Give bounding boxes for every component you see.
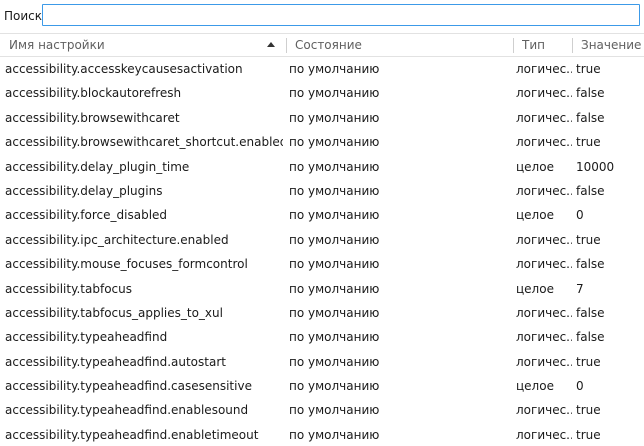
pref-type-cell: целое	[516, 379, 554, 394]
pref-name-cell: accessibility.typeaheadfind.autostart	[5, 354, 226, 369]
pref-state-cell: по умолчанию	[289, 305, 380, 320]
pref-name-cell: accessibility.accesskeycausesactivation	[5, 62, 243, 76]
table-row[interactable]: accessibility.typeaheadfind.enabletimeou…	[0, 423, 644, 446]
pref-name-cell: accessibility.delay_plugin_time	[5, 159, 190, 174]
pref-type-cell: логичес...	[516, 403, 572, 418]
pref-value-cell: true	[576, 62, 601, 76]
table-row[interactable]: accessibility.force_disabled по умолчанию…	[0, 203, 644, 227]
table-row[interactable]: accessibility.blockautorefresh по умолчан…	[0, 81, 644, 105]
pref-type-cell: логичес...	[516, 135, 572, 150]
pref-value-cell: false	[576, 86, 605, 101]
pref-type-cell: логичес...	[516, 305, 572, 320]
table-row[interactable]: accessibility.ipc_architecture.enabled по…	[0, 228, 644, 252]
pref-value-cell: false	[576, 257, 605, 272]
pref-state-cell: по умолчанию	[289, 135, 380, 150]
pref-type-cell: логичес...	[516, 183, 572, 198]
pref-state-cell: по умолчанию	[289, 232, 380, 247]
pref-value-cell: 0	[576, 379, 584, 394]
pref-value-cell: 10000	[576, 159, 615, 174]
pref-value-cell: false	[576, 110, 605, 125]
column-resize-handle[interactable]	[513, 38, 514, 53]
pref-state-cell: по умолчанию	[289, 354, 380, 369]
table-row[interactable]: accessibility.typeaheadfind.casesensitiv…	[0, 374, 644, 398]
pref-state-cell: по умолчанию	[289, 159, 380, 174]
pref-name-cell: accessibility.force_disabled	[5, 208, 168, 223]
pref-value-cell: 7	[576, 281, 584, 296]
pref-type-cell: логичес...	[516, 427, 572, 442]
column-resize-handle[interactable]	[572, 38, 573, 53]
pref-name-cell: accessibility.typeaheadfind.enabletimeou…	[5, 427, 259, 442]
pref-type-cell: целое	[516, 208, 554, 223]
pref-name-cell: accessibility.browsewithcaret	[5, 110, 180, 125]
pref-value-cell: true	[576, 354, 601, 369]
table-header: Имя настройки Состояние Тип Значение	[0, 33, 644, 57]
pref-name-cell: accessibility.mouse_focuses_formcontrol	[5, 257, 248, 272]
pref-value-cell: true	[576, 232, 601, 247]
column-header-type[interactable]: Тип	[522, 34, 568, 56]
pref-state-cell: по умолчанию	[289, 257, 380, 272]
table-row[interactable]: accessibility.tabfocus по умолчанию целое 7	[0, 277, 644, 301]
pref-value-cell: true	[576, 135, 601, 150]
pref-name-cell: accessibility.tabfocus_applies_to_xul	[5, 305, 223, 320]
table-row[interactable]: accessibility.tabfocus_applies_to_xul по …	[0, 301, 644, 325]
pref-state-cell: по умолчанию	[289, 427, 380, 442]
table-row[interactable]: accessibility.typeaheadfind.enablesound п…	[0, 398, 644, 422]
pref-type-cell: целое	[516, 281, 554, 296]
pref-state-cell: по умолчанию	[289, 208, 380, 223]
column-header-value[interactable]: Значение	[581, 34, 643, 56]
pref-name-cell: accessibility.delay_plugins	[5, 183, 163, 198]
column-header-state[interactable]: Состояние	[295, 34, 505, 56]
pref-value-cell: true	[576, 427, 601, 442]
pref-state-cell: по умолчанию	[289, 330, 380, 345]
pref-state-cell: по умолчанию	[289, 379, 380, 394]
pref-type-cell: логичес...	[516, 86, 572, 101]
search-input[interactable]	[42, 4, 640, 26]
pref-type-cell: целое	[516, 159, 554, 174]
pref-name-cell: accessibility.tabfocus	[5, 281, 132, 296]
pref-name-cell: accessibility.typeaheadfind	[5, 330, 168, 345]
table-row[interactable]: accessibility.delay_plugin_time по умолча…	[0, 155, 644, 179]
pref-value-cell: false	[576, 183, 605, 198]
pref-type-cell: логичес...	[516, 232, 572, 247]
pref-name-cell: accessibility.typeaheadfind.enablesound	[5, 403, 249, 418]
pref-type-cell: логичес...	[516, 354, 572, 369]
column-header-name[interactable]: Имя настройки	[9, 34, 259, 56]
column-resize-handle[interactable]	[286, 38, 287, 53]
pref-value-cell: false	[576, 330, 605, 345]
pref-type-cell: логичес...	[516, 330, 572, 345]
pref-type-cell: логичес...	[516, 62, 572, 76]
pref-value-cell: false	[576, 305, 605, 320]
table-row[interactable]: accessibility.typeaheadfind по умолчанию л…	[0, 325, 644, 349]
table-row[interactable]: accessibility.browsewithcaret_shortcut.e…	[0, 130, 644, 154]
pref-state-cell: по умолчанию	[289, 110, 380, 125]
table-row[interactable]: accessibility.mouse_focuses_formcontrol п…	[0, 252, 644, 276]
sort-ascending-icon	[267, 42, 275, 47]
pref-name-cell: accessibility.browsewithcaret_shortcut.e…	[5, 135, 283, 150]
table-row[interactable]: accessibility.accesskeycausesactivation п…	[0, 57, 644, 81]
table-row[interactable]: accessibility.browsewithcaret по умолчани…	[0, 106, 644, 130]
search-bar: Поиск:	[0, 0, 644, 32]
pref-state-cell: по умолчанию	[289, 62, 380, 76]
pref-state-cell: по умолчанию	[289, 183, 380, 198]
table-row[interactable]: accessibility.typeaheadfind.autostart по …	[0, 350, 644, 374]
preferences-table: Имя настройки Состояние Тип Значение acc…	[0, 33, 644, 446]
pref-state-cell: по умолчанию	[289, 281, 380, 296]
pref-name-cell: accessibility.blockautorefresh	[5, 86, 182, 101]
table-row[interactable]: accessibility.delay_plugins по умолчанию л…	[0, 179, 644, 203]
pref-state-cell: по умолчанию	[289, 403, 380, 418]
pref-state-cell: по умолчанию	[289, 86, 380, 101]
pref-type-cell: логичес...	[516, 257, 572, 272]
pref-name-cell: accessibility.typeaheadfind.casesensitiv…	[5, 379, 252, 394]
pref-name-cell: accessibility.ipc_architecture.enabled	[5, 232, 229, 247]
search-label: Поиск:	[4, 9, 47, 23]
pref-value-cell: true	[576, 403, 601, 418]
pref-value-cell: 0	[576, 208, 584, 223]
pref-type-cell: логичес...	[516, 110, 572, 125]
table-body: accessibility.accesskeycausesactivation п…	[0, 57, 644, 446]
